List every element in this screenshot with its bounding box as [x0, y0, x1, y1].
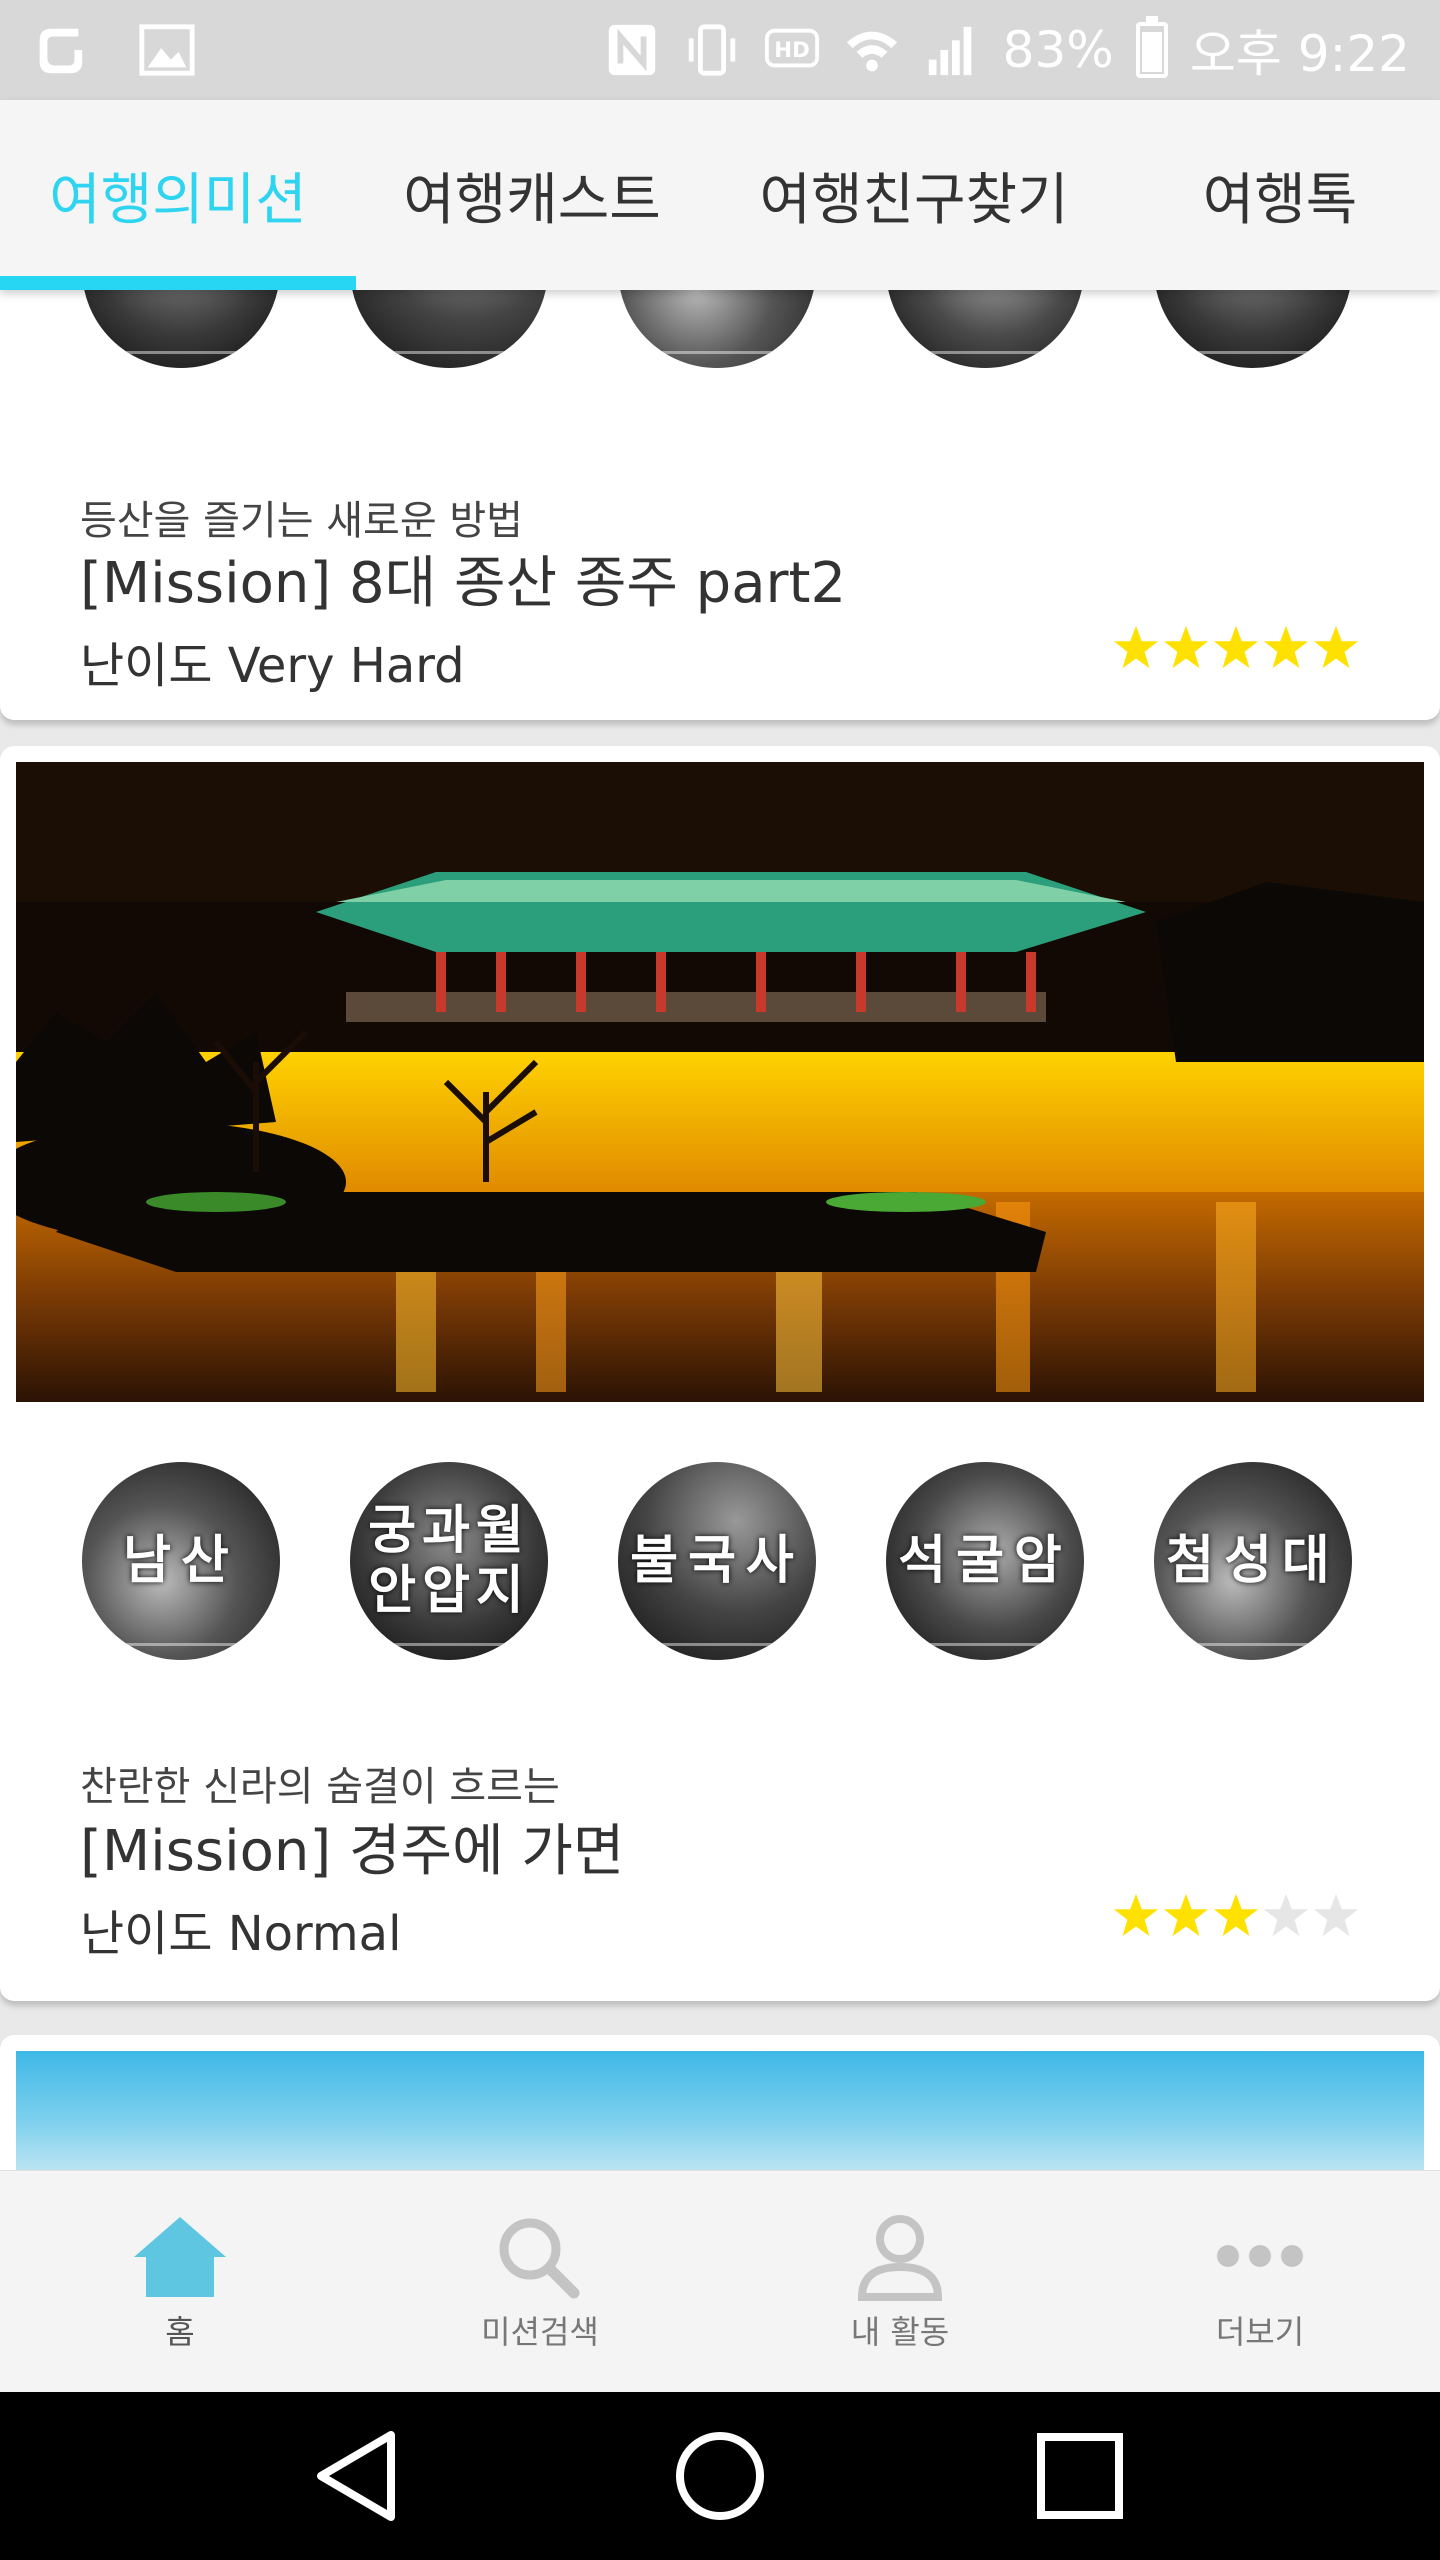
hd-icon: HD: [763, 21, 821, 79]
person-icon: [850, 2211, 950, 2301]
home-icon: [130, 2211, 230, 2301]
back-icon[interactable]: [305, 2421, 415, 2531]
image-icon: [138, 21, 196, 79]
mission-card[interactable]: 남산 궁과월 안압지 불국사 석굴암 첨성대 찬란한 신라의 숨결이 흐르는 […: [0, 746, 1440, 2001]
vibrate-icon: [683, 21, 741, 79]
nfc-icon: [603, 21, 661, 79]
nav-mission-search-label: 미션검색: [481, 2312, 599, 2351]
home-circle-icon[interactable]: [665, 2421, 775, 2531]
spot-bulguksa[interactable]: 불국사: [618, 1462, 816, 1660]
star-filled-icon: [1112, 1892, 1160, 1940]
nav-home-label: 홈: [165, 2312, 195, 2351]
recents-icon[interactable]: [1025, 2421, 1135, 2531]
spot-list: [82, 290, 1352, 368]
star-filled-icon: [1262, 624, 1310, 672]
app-icon: [30, 21, 88, 79]
bottom-navigation: 홈 미션검색 내 활동 더보기: [0, 2170, 1440, 2392]
spot-thumbnail[interactable]: [350, 290, 548, 368]
mission-card[interactable]: [0, 2035, 1440, 2170]
signal-icon: [923, 21, 981, 79]
battery-icon: [1135, 16, 1168, 78]
mission-card[interactable]: 등산을 즐기는 새로운 방법 [Mission] 8대 종산 종주 part2 …: [0, 290, 1440, 720]
spot-seokguram[interactable]: 석굴암: [886, 1462, 1084, 1660]
star-filled-icon: [1162, 624, 1210, 672]
more-icon: [1210, 2211, 1310, 2301]
rating-stars: [1112, 624, 1360, 672]
tab-find-travel-friend[interactable]: 여행친구찾기: [708, 100, 1120, 290]
system-navigation-bar: [0, 2392, 1440, 2560]
nav-my-activity-label: 내 활동: [850, 2312, 950, 2351]
app-screen: HD 83% 오후 9:22 여행의미션 여행캐스트 여행친구찾기 여행톡 등산…: [0, 0, 1440, 2560]
search-icon: [490, 2211, 590, 2301]
wifi-icon: [843, 21, 901, 79]
top-tabs: 여행의미션 여행캐스트 여행친구찾기 여행톡: [0, 100, 1440, 290]
status-bar: HD 83% 오후 9:22: [0, 0, 1440, 100]
star-empty-icon: [1312, 1892, 1360, 1940]
mission-title[interactable]: [Mission] 8대 종산 종주 part2: [80, 538, 846, 619]
nav-my-activity[interactable]: 내 활동: [720, 2171, 1080, 2392]
clock: 오후 9:22: [1189, 25, 1410, 83]
spot-namsan[interactable]: 남산: [82, 1462, 280, 1660]
rating-stars: [1112, 1892, 1360, 1940]
spot-cheomseongdae[interactable]: 첨성대: [1154, 1462, 1352, 1660]
mission-subtitle: 찬란한 신라의 숨결이 흐르는: [80, 1764, 560, 1810]
spot-thumbnail[interactable]: [886, 290, 1084, 368]
tab-travel-talk[interactable]: 여행톡: [1120, 100, 1440, 290]
spot-anapji[interactable]: 궁과월 안압지: [350, 1462, 548, 1660]
svg-text:HD: HD: [774, 38, 809, 63]
spot-thumbnail[interactable]: [82, 290, 280, 368]
mission-title[interactable]: [Mission] 경주에 가면: [80, 1806, 624, 1887]
star-empty-icon: [1262, 1892, 1310, 1940]
spot-list: 남산 궁과월 안압지 불국사 석굴암 첨성대: [82, 1462, 1352, 1660]
star-filled-icon: [1112, 624, 1160, 672]
mission-banner-image[interactable]: [16, 2051, 1424, 2170]
star-filled-icon: [1212, 1892, 1260, 1940]
mission-feed[interactable]: 등산을 즐기는 새로운 방법 [Mission] 8대 종산 종주 part2 …: [0, 290, 1440, 2170]
mission-banner-image[interactable]: [16, 762, 1424, 1402]
nav-mission-search[interactable]: 미션검색: [360, 2171, 720, 2392]
star-filled-icon: [1212, 624, 1260, 672]
nav-more-label: 더보기: [1215, 2312, 1305, 2351]
tab-travel-mission[interactable]: 여행의미션: [0, 100, 356, 290]
battery-percent: 83%: [1002, 21, 1114, 79]
mission-difficulty: 난이도 Normal: [80, 1906, 402, 1962]
mission-difficulty: 난이도 Very Hard: [80, 638, 465, 694]
spot-thumbnail[interactable]: [618, 290, 816, 368]
nav-more[interactable]: 더보기: [1080, 2171, 1440, 2392]
tab-travel-cast[interactable]: 여행캐스트: [356, 100, 708, 290]
nav-home[interactable]: 홈: [0, 2171, 360, 2392]
star-filled-icon: [1162, 1892, 1210, 1940]
spot-thumbnail[interactable]: [1154, 290, 1352, 368]
star-filled-icon: [1312, 624, 1360, 672]
